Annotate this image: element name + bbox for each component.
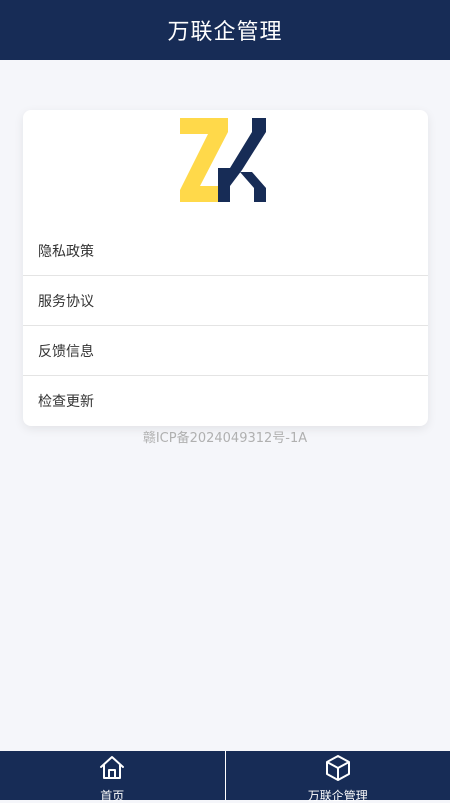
menu-item-check-update[interactable]: 检查更新 xyxy=(23,376,428,426)
tab-management-label: 万联企管理 xyxy=(308,789,368,803)
bottom-tab-bar: 首页 万联企管理 xyxy=(0,751,450,800)
tab-management[interactable]: 万联企管理 xyxy=(225,751,450,800)
cube-icon xyxy=(324,754,352,786)
menu-item-feedback[interactable]: 反馈信息 xyxy=(23,326,428,376)
tab-home[interactable]: 首页 xyxy=(0,751,225,800)
settings-card: 隐私政策 服务协议 反馈信息 检查更新 xyxy=(23,110,428,426)
page-title: 万联企管理 xyxy=(167,14,282,46)
home-icon xyxy=(98,754,126,786)
settings-menu: 隐私政策 服务协议 反馈信息 检查更新 xyxy=(23,226,428,426)
icp-record-text: 赣ICP备2024049312号-1A xyxy=(0,427,450,446)
tab-home-label: 首页 xyxy=(100,789,124,803)
app-header: 万联企管理 xyxy=(0,0,450,60)
zk-logo xyxy=(178,114,270,204)
menu-item-service-agreement[interactable]: 服务协议 xyxy=(23,276,428,326)
menu-item-privacy-policy[interactable]: 隐私政策 xyxy=(23,226,428,276)
